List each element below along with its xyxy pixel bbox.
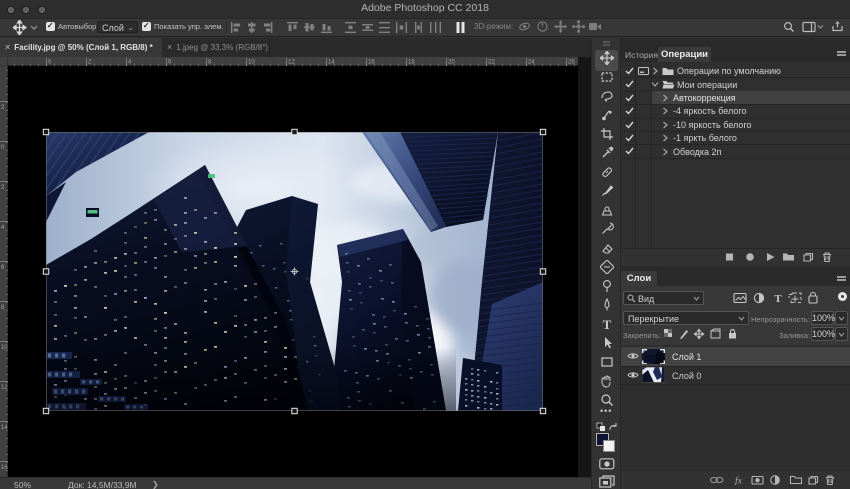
svg-text:26: 26 xyxy=(568,60,575,66)
svg-text:16: 16 xyxy=(368,60,375,66)
svg-text:12: 12 xyxy=(1,385,8,391)
svg-text:22: 22 xyxy=(488,60,495,66)
svg-text:24: 24 xyxy=(528,60,535,66)
svg-text:0: 0 xyxy=(1,145,5,151)
svg-text:6: 6 xyxy=(1,265,5,271)
svg-text:20: 20 xyxy=(448,60,455,66)
svg-text:fx: fx xyxy=(735,476,743,486)
svg-text:18: 18 xyxy=(408,60,415,66)
svg-text:8: 8 xyxy=(1,305,5,311)
svg-text:4: 4 xyxy=(128,60,132,66)
svg-text:12: 12 xyxy=(288,60,295,66)
svg-text:T: T xyxy=(603,317,612,331)
svg-text:16: 16 xyxy=(1,465,8,471)
svg-text:2: 2 xyxy=(1,105,5,111)
svg-text:2: 2 xyxy=(1,185,5,191)
svg-text:8: 8 xyxy=(208,60,212,66)
svg-text:14: 14 xyxy=(1,425,8,431)
svg-text:14: 14 xyxy=(328,60,335,66)
svg-text:4: 4 xyxy=(1,225,5,231)
svg-text:6: 6 xyxy=(168,60,172,66)
svg-text:10: 10 xyxy=(248,60,255,66)
svg-text:10: 10 xyxy=(1,345,8,351)
svg-text:T: T xyxy=(774,293,782,304)
svg-text:0: 0 xyxy=(48,60,52,66)
svg-text:2: 2 xyxy=(88,60,92,66)
